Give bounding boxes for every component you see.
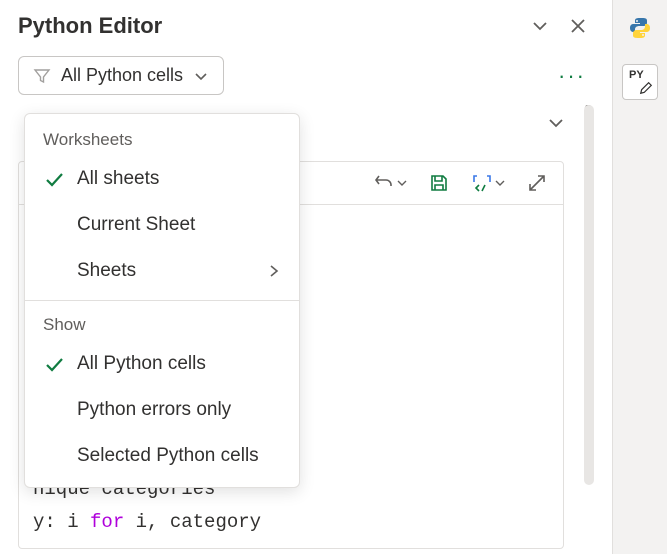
- filter-icon: [33, 67, 51, 85]
- filter-row: All Python cells ···: [0, 52, 612, 105]
- expand-button[interactable]: [527, 173, 547, 193]
- menu-item-all-sheets[interactable]: All sheets: [25, 156, 299, 202]
- save-icon: [429, 173, 449, 193]
- panel-title: Python Editor: [18, 13, 518, 39]
- output-type-button[interactable]: [471, 173, 505, 193]
- python-logo-button[interactable]: [622, 10, 658, 46]
- save-button[interactable]: [429, 173, 449, 193]
- panel-header: Python Editor: [0, 0, 612, 52]
- chevron-down-icon: [530, 16, 550, 36]
- more-horizontal-icon: ···: [558, 63, 586, 88]
- menu-item-label: Selected Python cells: [77, 445, 259, 467]
- chevron-down-icon: [495, 178, 505, 188]
- brackets-icon: [471, 173, 493, 193]
- chevron-down-icon: [546, 113, 566, 133]
- undo-icon: [373, 172, 395, 194]
- py-editor-icon: PY: [629, 71, 651, 93]
- menu-item-label: Python errors only: [77, 399, 231, 421]
- collapse-button[interactable]: [524, 10, 556, 42]
- python-editor-button[interactable]: PY: [622, 64, 658, 100]
- check-icon: [43, 169, 65, 189]
- dropdown-divider: [25, 300, 299, 301]
- menu-item-current-sheet[interactable]: Current Sheet: [25, 202, 299, 248]
- menu-item-label: Current Sheet: [77, 214, 195, 236]
- python-logo-icon: [628, 16, 652, 40]
- undo-button[interactable]: [373, 172, 407, 194]
- close-icon: [569, 17, 587, 35]
- chevron-down-icon: [397, 178, 407, 188]
- menu-item-label: Sheets: [77, 260, 136, 282]
- vertical-scrollbar[interactable]: [584, 105, 594, 485]
- dropdown-section-show: Show: [25, 307, 299, 341]
- menu-item-label: All Python cells: [77, 353, 206, 375]
- chevron-down-icon: [193, 68, 209, 84]
- menu-item-sheets-submenu[interactable]: Sheets: [25, 248, 299, 294]
- more-options-button[interactable]: ···: [550, 63, 594, 89]
- dropdown-section-worksheets: Worksheets: [25, 122, 299, 156]
- filter-dropdown-button[interactable]: All Python cells: [18, 56, 224, 95]
- chevron-right-icon: [267, 264, 281, 278]
- filter-dropdown-menu: Worksheets All sheets Current Sheet Shee…: [24, 113, 300, 488]
- menu-item-selected-python-cells[interactable]: Selected Python cells: [25, 433, 299, 479]
- app-right-toolbar: PY: [612, 0, 667, 554]
- filter-label: All Python cells: [61, 65, 183, 86]
- menu-item-python-errors-only[interactable]: Python errors only: [25, 387, 299, 433]
- menu-item-label: All sheets: [77, 168, 159, 190]
- menu-item-all-python-cells[interactable]: All Python cells: [25, 341, 299, 387]
- expand-icon: [527, 173, 547, 193]
- check-icon: [43, 354, 65, 374]
- card-collapse-button[interactable]: [546, 113, 566, 133]
- close-button[interactable]: [562, 10, 594, 42]
